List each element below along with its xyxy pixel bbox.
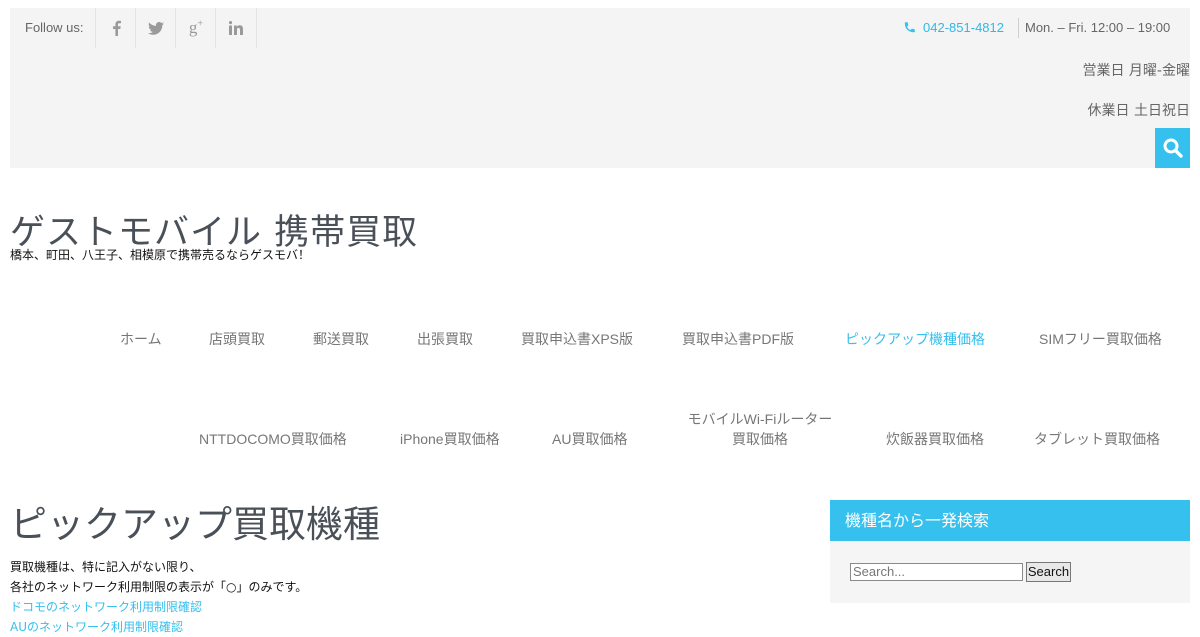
search-input[interactable]: Search... [850,563,1023,581]
linkedin-icon[interactable] [215,8,257,48]
search-toggle-button[interactable] [1155,128,1190,168]
search-icon [1163,138,1183,158]
facebook-icon[interactable] [95,8,136,48]
phone-number: 042-851-4812 [923,20,1004,35]
nav-mail-buyback[interactable]: 郵送買取 [313,329,369,349]
google-plus-icon[interactable]: g+ [175,8,216,48]
nav-au-prices[interactable]: AU買取価格 [552,429,627,449]
page-title: ピックアップ買取機種 [10,503,380,546]
search-button[interactable]: Search [1026,562,1071,582]
follow-label: Follow us: [25,20,84,35]
nav-iphone-prices[interactable]: iPhone買取価格 [400,429,500,449]
nav-rice-cooker-prices[interactable]: 炊飯器買取価格 [886,429,984,449]
nav-application-pdf[interactable]: 買取申込書PDF版 [682,329,794,349]
nav-docomo-prices[interactable]: NTTDOCOMO買取価格 [199,429,347,449]
phone-contact[interactable]: 042-851-4812 [903,20,1004,36]
phone-icon [904,22,915,33]
nav-wifi-router-line1: モバイルWi-Fiルーター [687,411,833,427]
nav-store-buyback[interactable]: 店頭買取 [209,329,265,349]
content-text-line-2: 各社のネットワーク利用制限の表示が「○」のみです。 [10,580,308,594]
twitter-icon[interactable] [135,8,176,48]
nav-wifi-router-prices[interactable]: モバイルWi-Fiルーター 買取価格 [680,409,840,449]
holidays: 休業日 土日祝日 [1087,103,1190,119]
nav-pickup-prices[interactable]: ピックアップ機種価格 [845,329,985,349]
nav-simfree-prices[interactable]: SIMフリー買取価格 [1039,329,1162,349]
nav-tablet-prices[interactable]: タブレット買取価格 [1034,429,1160,449]
content-text-line-1: 買取機種は、特に記入がない限り、 [10,560,202,574]
widget-title: 機種名から一発検索 [830,500,1190,541]
nav-wifi-router-line2: 買取価格 [732,431,788,447]
docomo-network-check-link[interactable]: ドコモのネットワーク利用制限確認 [10,597,202,617]
top-bar: Follow us: g+ 042-851-4812 Mon. – Fri. 1… [10,8,1190,168]
site-tagline: 橋本、町田、八王子、相模原で携帯売るならゲスモバ！ [10,248,311,262]
nav-visit-buyback[interactable]: 出張買取 [417,329,473,349]
nav-application-xps[interactable]: 買取申込書XPS版 [521,329,633,349]
model-search-widget: 機種名から一発検索 Search... Search [830,500,1190,603]
nav-home[interactable]: ホーム [120,329,162,349]
au-network-check-link[interactable]: AUのネットワーク利用制限確認 [10,617,183,637]
business-hours: Mon. – Fri. 12:00 – 19:00 [1018,18,1190,38]
business-days: 営業日 月曜-金曜 [1082,63,1190,79]
